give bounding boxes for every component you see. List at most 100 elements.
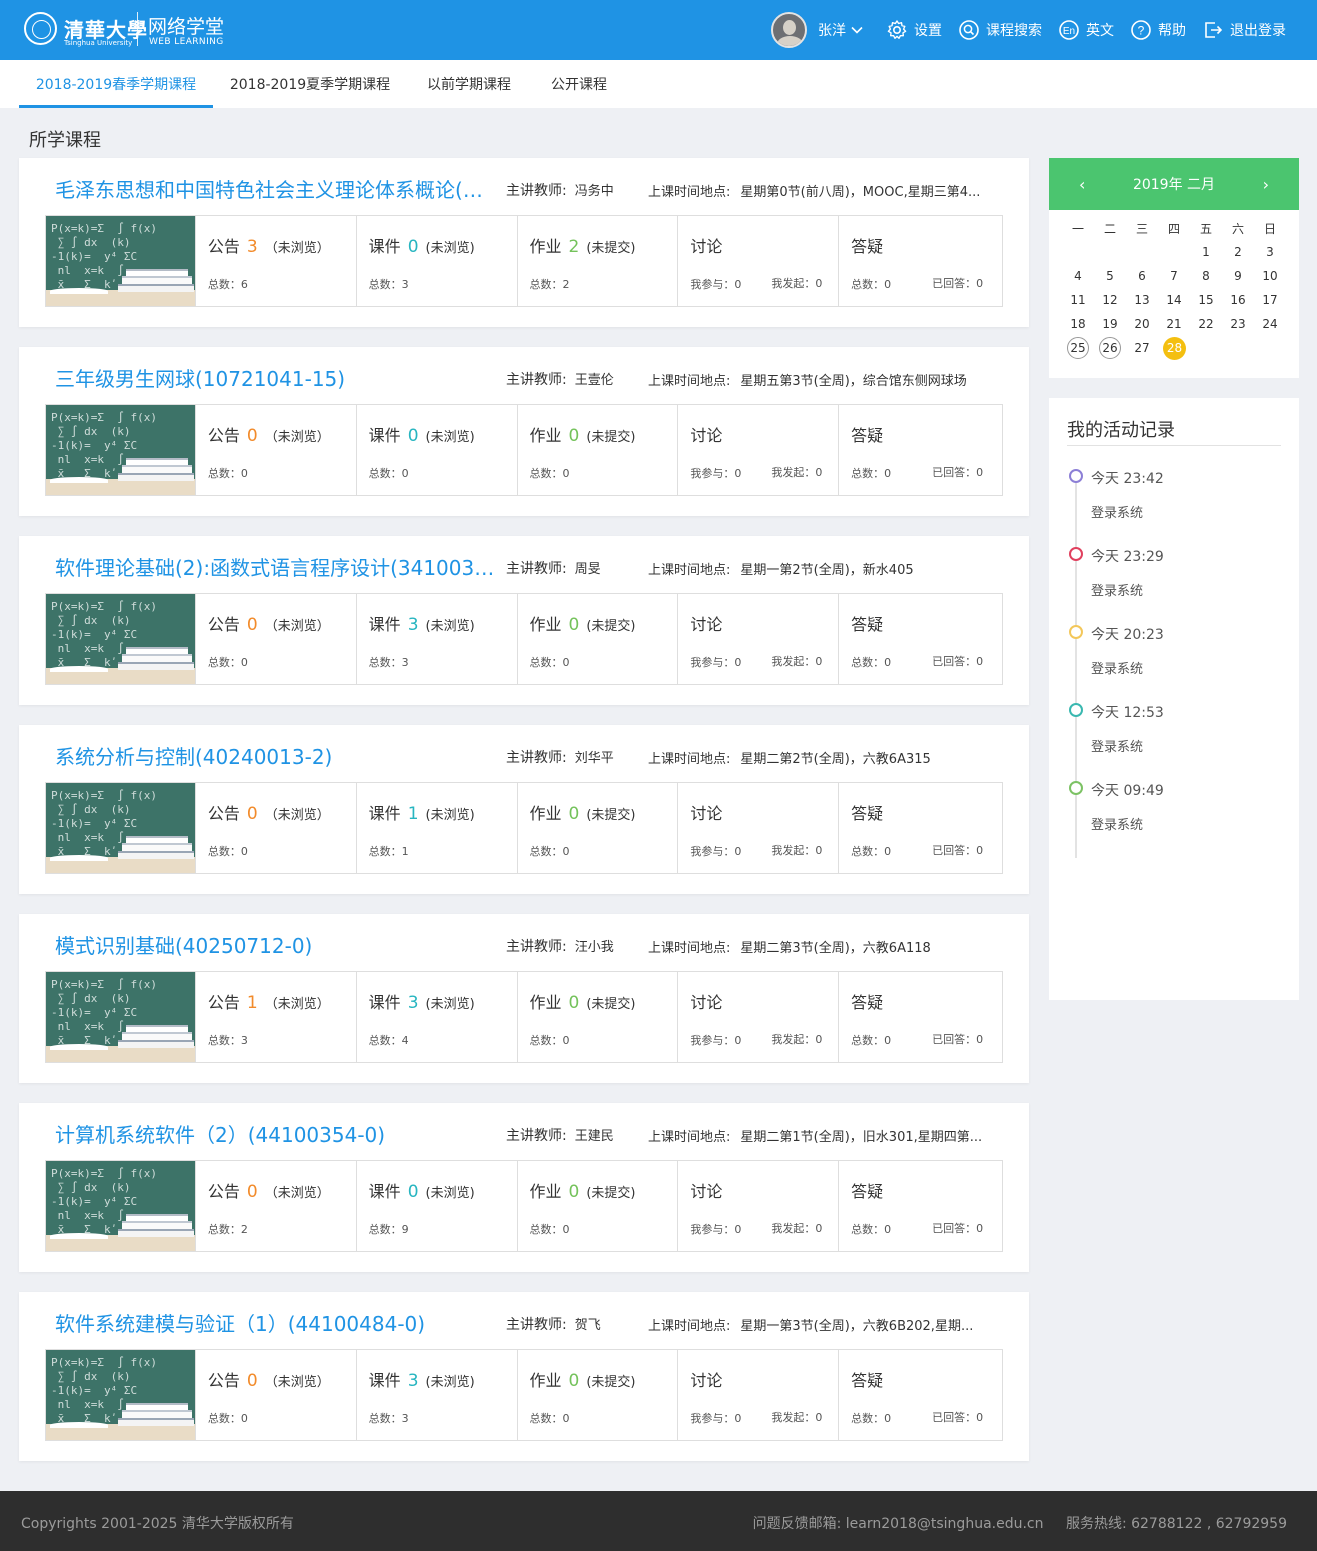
calendar-day[interactable]: 22: [1190, 317, 1222, 331]
calendar-day[interactable]: 16: [1222, 293, 1254, 307]
help-link[interactable]: ? 帮助: [1130, 0, 1186, 60]
tab-public-courses[interactable]: 公开课程: [536, 60, 622, 108]
discussion-cell[interactable]: 讨论 我参与：0 我发起：0: [678, 405, 840, 495]
settings-link[interactable]: 设置: [886, 0, 942, 60]
user-menu[interactable]: 张洋: [771, 0, 863, 60]
course-cover-image[interactable]: P(x=k)=Σ ∫ f(x) ∑ ∫ dx (k) -1(k)= y⁴ ΣC …: [46, 216, 196, 306]
site-logo[interactable]: 清華大學 Tsinghua University 网络学堂 WEB LEARNI…: [24, 12, 224, 47]
notice-cell[interactable]: 公告 0 （未浏览） 总数：2: [196, 1161, 357, 1251]
calendar-day[interactable]: 11: [1062, 293, 1094, 307]
calendar-day[interactable]: 19: [1094, 317, 1126, 331]
qa-cell[interactable]: 答疑 总数：0 已回答：0: [839, 783, 1002, 873]
qa-cell[interactable]: 答疑 总数：0 已回答：0: [839, 405, 1002, 495]
calendar-day[interactable]: 12: [1094, 293, 1126, 307]
calendar-day[interactable]: 18: [1062, 317, 1094, 331]
courseware-cell[interactable]: 课件 3 (未浏览) 总数：3: [357, 1350, 518, 1440]
calendar-day[interactable]: 14: [1158, 293, 1190, 307]
course-title[interactable]: 模式识别基础(40250712-0): [55, 930, 495, 959]
chevron-left-icon[interactable]: ‹: [1079, 175, 1085, 194]
calendar-day[interactable]: 3: [1254, 245, 1286, 259]
calendar-day[interactable]: 7: [1158, 269, 1190, 283]
qa-cell[interactable]: 答疑 总数：0 已回答：0: [839, 216, 1002, 306]
tab-previous-semesters[interactable]: 以前学期课程: [412, 60, 526, 108]
calendar-day[interactable]: 1: [1190, 245, 1222, 259]
chevron-down-icon[interactable]: [851, 24, 863, 36]
course-cover-image[interactable]: P(x=k)=Σ ∫ f(x) ∑ ∫ dx (k) -1(k)= y⁴ ΣC …: [46, 405, 196, 495]
calendar-day[interactable]: 5: [1094, 269, 1126, 283]
course-title[interactable]: 软件理论基础(2):函数式语言程序设计(34100354-0): [55, 552, 495, 581]
discussion-cell[interactable]: 讨论 我参与：0 我发起：0: [678, 972, 840, 1062]
english-link[interactable]: En 英文: [1058, 0, 1114, 60]
chevron-right-icon[interactable]: ›: [1263, 175, 1269, 194]
course-title[interactable]: 计算机系统软件（2）(44100354-0): [55, 1119, 495, 1148]
calendar-day[interactable]: 15: [1190, 293, 1222, 307]
initiated-label: 我发起：: [771, 655, 816, 668]
discussion-cell[interactable]: 讨论 我参与：0 我发起：0: [678, 594, 840, 684]
qa-cell[interactable]: 答疑 总数：0 已回答：0: [839, 972, 1002, 1062]
calendar-day[interactable]: 4: [1062, 269, 1094, 283]
calendar-day[interactable]: 28: [1163, 336, 1186, 360]
notice-cell[interactable]: 公告 3 （未浏览） 总数：6: [196, 216, 357, 306]
calendar-day[interactable]: 26: [1099, 337, 1121, 359]
calendar-day[interactable]: 17: [1254, 293, 1286, 307]
courseware-cell[interactable]: 课件 0 (未浏览) 总数：9: [357, 1161, 518, 1251]
course-search-link[interactable]: 课程搜索: [958, 0, 1042, 60]
tab-summer-2019[interactable]: 2018-2019夏季学期课程: [218, 60, 402, 108]
courseware-cell[interactable]: 课件 0 (未浏览) 总数：0: [357, 405, 518, 495]
course-cover-image[interactable]: P(x=k)=Σ ∫ f(x) ∑ ∫ dx (k) -1(k)= y⁴ ΣC …: [46, 594, 196, 684]
settings-label[interactable]: 设置: [914, 20, 942, 40]
notice-cell[interactable]: 公告 0 （未浏览） 总数：0: [196, 405, 357, 495]
calendar-day[interactable]: 2: [1222, 245, 1254, 259]
course-cover-image[interactable]: P(x=k)=Σ ∫ f(x) ∑ ∫ dx (k) -1(k)= y⁴ ΣC …: [46, 972, 196, 1062]
homework-cell[interactable]: 作业 0 (未提交) 总数：0: [518, 783, 679, 873]
calendar-day[interactable]: 13: [1126, 293, 1158, 307]
notice-cell[interactable]: 公告 0 （未浏览） 总数：0: [196, 1350, 357, 1440]
calendar-day[interactable]: 9: [1222, 269, 1254, 283]
homework-cell[interactable]: 作业 0 (未提交) 总数：0: [518, 1161, 679, 1251]
calendar-day[interactable]: 27: [1126, 341, 1158, 355]
logout-link[interactable]: 退出登录: [1202, 0, 1286, 60]
calendar-day[interactable]: 20: [1126, 317, 1158, 331]
calendar-day[interactable]: 21: [1158, 317, 1190, 331]
qa-cell[interactable]: 答疑 总数：0 已回答：0: [839, 1350, 1002, 1440]
courseware-cell[interactable]: 课件 3 (未浏览) 总数：4: [357, 972, 518, 1062]
calendar-day[interactable]: 10: [1254, 269, 1286, 283]
calendar-day[interactable]: 8: [1190, 269, 1222, 283]
homework-cell[interactable]: 作业 0 (未提交) 总数：0: [518, 405, 679, 495]
discussion-cell[interactable]: 讨论 我参与：0 我发起：0: [678, 1161, 840, 1251]
qa-cell[interactable]: 答疑 总数：0 已回答：0: [839, 1161, 1002, 1251]
notice-cell[interactable]: 公告 0 （未浏览） 总数：0: [196, 783, 357, 873]
courseware-cell[interactable]: 课件 1 (未浏览) 总数：1: [357, 783, 518, 873]
homework-cell[interactable]: 作业 0 (未提交) 总数：0: [518, 1350, 679, 1440]
homework-cell[interactable]: 作业 2 (未提交) 总数：2: [518, 216, 679, 306]
course-cover-image[interactable]: P(x=k)=Σ ∫ f(x) ∑ ∫ dx (k) -1(k)= y⁴ ΣC …: [46, 1350, 196, 1440]
calendar-day[interactable]: 23: [1222, 317, 1254, 331]
help-label[interactable]: 帮助: [1158, 20, 1186, 40]
course-title[interactable]: 毛泽东思想和中国特色社会主义理论体系概论(10610183-30): [55, 174, 495, 203]
courseware-cell[interactable]: 课件 3 (未浏览) 总数：3: [357, 594, 518, 684]
english-label[interactable]: 英文: [1086, 20, 1114, 40]
course-cover-image[interactable]: P(x=k)=Σ ∫ f(x) ∑ ∫ dx (k) -1(k)= y⁴ ΣC …: [46, 1161, 196, 1251]
course-title[interactable]: 软件系统建模与验证（1）(44100484-0): [55, 1308, 495, 1337]
calendar-day[interactable]: 6: [1126, 269, 1158, 283]
calendar-day[interactable]: 24: [1254, 317, 1286, 331]
notice-cell[interactable]: 公告 0 （未浏览） 总数：0: [196, 594, 357, 684]
feedback-email[interactable]: 问题反馈邮箱: learn2018@tsinghua.edu.cn: [753, 1516, 1044, 1532]
courseware-cell[interactable]: 课件 0 (未浏览) 总数：3: [357, 216, 518, 306]
discussion-cell[interactable]: 讨论 我参与：0 我发起：0: [678, 783, 840, 873]
course-title[interactable]: 系统分析与控制(40240013-2): [55, 741, 495, 770]
notice-cell[interactable]: 公告 1 （未浏览） 总数：3: [196, 972, 357, 1062]
course-title[interactable]: 三年级男生网球(10721041-15): [55, 363, 495, 392]
logout-label[interactable]: 退出登录: [1230, 20, 1286, 40]
discussion-cell[interactable]: 讨论 我参与：0 我发起：0: [678, 1350, 840, 1440]
qa-cell[interactable]: 答疑 总数：0 已回答：0: [839, 594, 1002, 684]
tab-spring-2019[interactable]: 2018-2019春季学期课程: [19, 60, 213, 108]
calendar-day[interactable]: 25: [1067, 337, 1089, 359]
course-cover-image[interactable]: P(x=k)=Σ ∫ f(x) ∑ ∫ dx (k) -1(k)= y⁴ ΣC …: [46, 783, 196, 873]
discussion-cell[interactable]: 讨论 我参与：0 我发起：0: [678, 216, 840, 306]
homework-cell[interactable]: 作业 0 (未提交) 总数：0: [518, 972, 679, 1062]
user-name[interactable]: 张洋: [818, 20, 846, 40]
homework-cell[interactable]: 作业 0 (未提交) 总数：0: [518, 594, 679, 684]
avatar[interactable]: [771, 12, 807, 48]
course-search-label[interactable]: 课程搜索: [986, 20, 1042, 40]
